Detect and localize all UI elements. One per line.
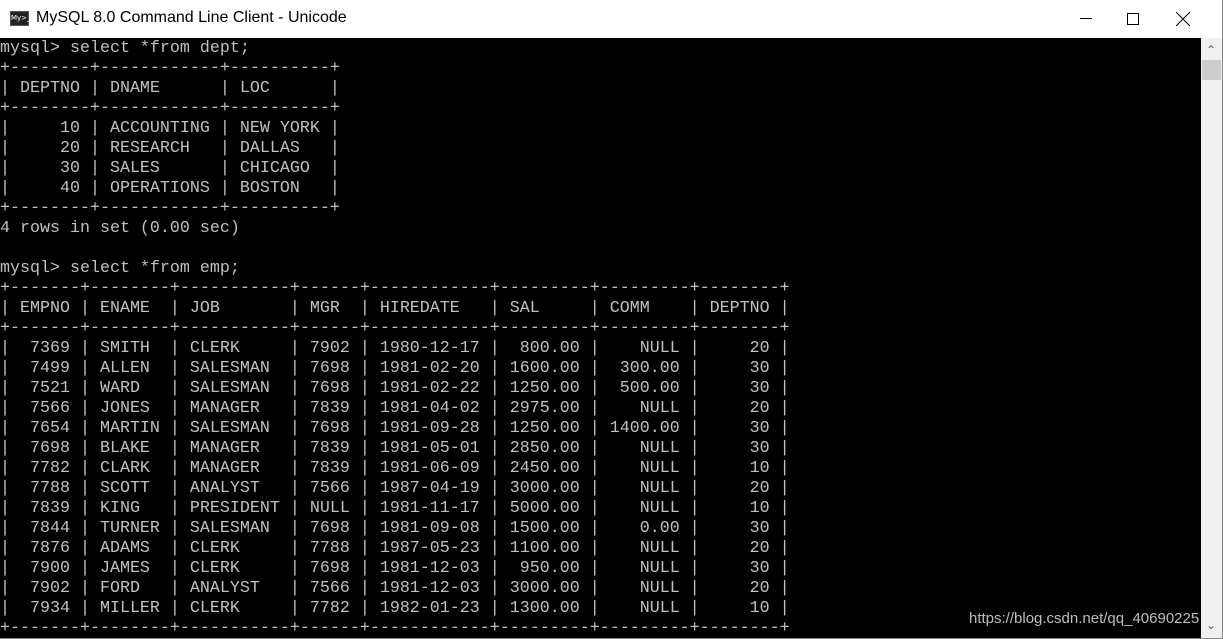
window-title: MySQL 8.0 Command Line Client - Unicode <box>36 9 347 26</box>
table-row: | 10 | ACCOUNTING | NEW YORK | <box>0 119 340 138</box>
scroll-up-icon[interactable]: ⌃ <box>1206 43 1216 57</box>
minimize-button[interactable] <box>1065 0 1111 38</box>
table-border: +-------+--------+-----------+------+---… <box>0 279 790 298</box>
table-row: | 7876 | ADAMS | CLERK | 7788 | 1987-05-… <box>0 539 790 558</box>
watermark: https://blog.csdn.net/qq_40690225 <box>969 610 1200 627</box>
close-button[interactable] <box>1162 0 1208 38</box>
close-icon <box>1176 12 1190 26</box>
table-row: | 40 | OPERATIONS | BOSTON | <box>0 179 340 198</box>
mysql-console-icon: My>_ <box>10 11 31 26</box>
table-row: | 7839 | KING | PRESIDENT | NULL | 1981-… <box>0 499 790 518</box>
table-row: | 7654 | MARTIN | SALESMAN | 7698 | 1981… <box>0 419 790 438</box>
table-row: | 7902 | FORD | ANALYST | 7566 | 1981-12… <box>0 579 790 598</box>
table-header: | DEPTNO | DNAME | LOC | <box>0 79 340 98</box>
table-row: | 7521 | WARD | SALESMAN | 7698 | 1981-0… <box>0 379 790 398</box>
command-line: mysql> select *from emp; <box>0 259 240 278</box>
table-row: | 7499 | ALLEN | SALESMAN | 7698 | 1981-… <box>0 359 790 378</box>
table-border: +--------+------------+----------+ <box>0 59 340 78</box>
vertical-scrollbar[interactable]: ⌃ ⌄ <box>1201 38 1222 638</box>
table-border: +--------+------------+----------+ <box>0 99 340 118</box>
table-border: +-------+--------+-----------+------+---… <box>0 319 790 338</box>
title-bar[interactable]: My>_ MySQL 8.0 Command Line Client - Uni… <box>0 0 1222 38</box>
table-row: | 7844 | TURNER | SALESMAN | 7698 | 1981… <box>0 519 790 538</box>
table-row: | 7788 | SCOTT | ANALYST | 7566 | 1987-0… <box>0 479 790 498</box>
console-output[interactable]: mysql> select *from dept; +--------+-----… <box>0 39 1201 638</box>
table-row: | 7698 | BLAKE | MANAGER | 7839 | 1981-0… <box>0 439 790 458</box>
table-header: | EMPNO | ENAME | JOB | MGR | HIREDATE |… <box>0 299 790 318</box>
table-row: | 20 | RESEARCH | DALLAS | <box>0 139 340 158</box>
table-row: | 30 | SALES | CHICAGO | <box>0 159 340 178</box>
table-row: | 7369 | SMITH | CLERK | 7902 | 1980-12-… <box>0 339 790 358</box>
result-status: 4 rows in set (0.00 sec) <box>0 219 240 238</box>
maximize-button[interactable] <box>1111 0 1157 38</box>
console-window: My>_ MySQL 8.0 Command Line Client - Uni… <box>0 0 1223 639</box>
table-border: +--------+------------+----------+ <box>0 199 340 218</box>
table-row: | 7782 | CLARK | MANAGER | 7839 | 1981-0… <box>0 459 790 478</box>
scroll-down-icon[interactable]: ⌄ <box>1206 618 1216 632</box>
table-row: | 7900 | JAMES | CLERK | 7698 | 1981-12-… <box>0 559 790 578</box>
command-line: mysql> select *from dept; <box>0 39 250 58</box>
table-row: | 7566 | JONES | MANAGER | 7839 | 1981-0… <box>0 399 790 418</box>
scrollbar-thumb[interactable] <box>1202 60 1221 80</box>
